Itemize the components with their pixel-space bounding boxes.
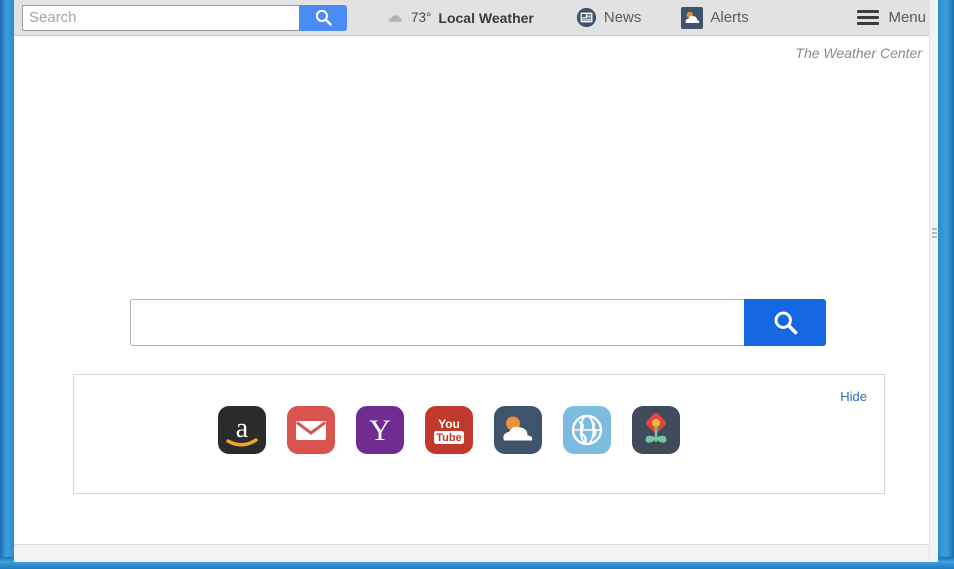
shortcut-yahoo[interactable]: Y	[356, 406, 404, 454]
shortcuts-row: a Y You Tube	[218, 406, 680, 454]
mail-icon	[295, 421, 327, 440]
toolbar-local-weather-label: Local Weather	[438, 9, 534, 26]
globe-icon	[571, 414, 603, 446]
toolbar-search-input[interactable]	[22, 4, 299, 31]
cloud-icon	[388, 14, 402, 22]
footer-links: The Weather Center Terms Privacy Restore…	[14, 545, 938, 562]
toolbar-menu-label: Menu	[888, 9, 926, 26]
yahoo-icon: Y	[369, 414, 391, 447]
toolbar-temperature: 73°	[411, 10, 432, 25]
search-icon	[315, 9, 332, 26]
flower-icon	[645, 412, 667, 443]
main-search-button[interactable]	[744, 299, 826, 346]
window-frame-left-edge	[0, 0, 14, 569]
svg-text:Y: Y	[369, 414, 391, 447]
shortcut-youtube[interactable]: You Tube	[425, 406, 473, 454]
svg-text:Tube: Tube	[436, 432, 461, 444]
toolbar-news[interactable]: News	[576, 7, 642, 28]
toolbar-search-group	[22, 4, 347, 31]
toolbar-news-label: News	[603, 9, 642, 26]
shortcut-gmail[interactable]	[287, 406, 335, 454]
toolbar-alerts[interactable]: Alerts	[681, 6, 749, 29]
toolbar-menu-button[interactable]: Menu	[857, 9, 926, 26]
youtube-icon: You Tube	[434, 417, 464, 444]
shortcut-globe[interactable]	[563, 406, 611, 454]
page-content: The Weather Center Hide a Y You Tube	[14, 36, 938, 562]
page-brand-label: The Weather Center	[795, 45, 922, 61]
browser-extension-toolbar: 73° Local Weather News	[14, 0, 938, 36]
shortcut-weather[interactable]	[494, 406, 542, 454]
sun-cloud-icon	[681, 6, 704, 29]
toolbar-local-weather[interactable]: 73° Local Weather	[386, 10, 534, 26]
scrollbar-grip[interactable]	[932, 228, 937, 244]
hide-shortcuts-link[interactable]: Hide	[840, 389, 867, 404]
amazon-icon: a	[226, 413, 258, 447]
page-footer: The Weather Center Terms Privacy Restore…	[14, 544, 938, 562]
sun-cloud-icon	[503, 416, 533, 441]
window-frame-right-edge	[938, 0, 954, 569]
shortcuts-panel: Hide a Y You Tube	[73, 374, 885, 494]
search-icon	[774, 311, 797, 335]
newspaper-icon	[576, 7, 596, 28]
toolbar-search-button[interactable]	[299, 4, 347, 31]
shortcut-flower[interactable]	[632, 406, 680, 454]
toolbar-alerts-label: Alerts	[710, 9, 749, 26]
main-search-group	[130, 299, 826, 346]
page-viewport: 73° Local Weather News	[14, 0, 938, 562]
svg-text:You: You	[438, 417, 460, 431]
window-frame: 73° Local Weather News	[0, 0, 954, 569]
main-search-input[interactable]	[130, 299, 744, 346]
hamburger-icon	[857, 10, 880, 25]
svg-text:a: a	[236, 413, 249, 444]
vertical-scrollbar[interactable]	[929, 0, 938, 562]
shortcut-amazon[interactable]: a	[218, 406, 266, 454]
